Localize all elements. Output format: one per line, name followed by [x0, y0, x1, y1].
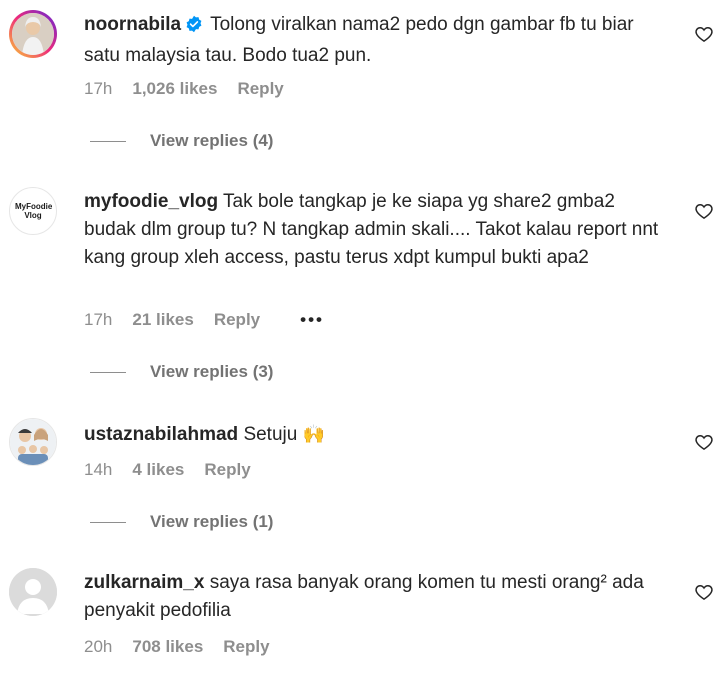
divider-line: [90, 140, 126, 142]
username[interactable]: noornabila: [84, 14, 181, 35]
heart-icon[interactable]: [694, 582, 714, 602]
timestamp[interactable]: 14h: [84, 460, 112, 480]
likes-count[interactable]: 21 likes: [132, 310, 193, 330]
view-replies-button[interactable]: View replies (1): [90, 512, 273, 532]
view-replies-label: View replies (3): [150, 362, 274, 381]
reply-button[interactable]: Reply: [223, 637, 269, 657]
raising-hands-emoji: 🙌: [302, 424, 326, 444]
likes-count[interactable]: 1,026 likes: [132, 79, 217, 99]
comment-text: noornabila Tolong viralkan nama2 pedo dg…: [84, 11, 664, 70]
comments-list: noornabila Tolong viralkan nama2 pedo dg…: [0, 0, 726, 678]
verified-badge-icon: [185, 14, 203, 42]
view-replies-button[interactable]: View replies (4): [90, 131, 273, 151]
heart-icon[interactable]: [694, 432, 714, 452]
view-replies-button[interactable]: View replies (3): [90, 362, 273, 382]
likes-count[interactable]: 708 likes: [132, 637, 203, 657]
comment-text: zulkarnaim_x saya rasa banyak orang kome…: [84, 569, 664, 625]
comment-text: myfoodie_vlog Tak bole tangkap je ke sia…: [84, 188, 664, 272]
comment-meta: 20h 708 likes Reply: [84, 637, 270, 657]
view-replies-label: View replies (4): [150, 131, 274, 150]
reply-button[interactable]: Reply: [204, 460, 250, 480]
comment-meta: 14h 4 likes Reply: [84, 460, 251, 480]
avatar[interactable]: [9, 10, 57, 58]
heart-icon[interactable]: [694, 24, 714, 44]
reply-button[interactable]: Reply: [237, 79, 283, 99]
likes-count[interactable]: 4 likes: [132, 460, 184, 480]
avatar[interactable]: MyFoodie Vlog: [9, 187, 57, 235]
comment-meta: 17h 21 likes Reply •••: [84, 310, 324, 330]
view-replies-label: View replies (1): [150, 512, 274, 531]
more-options-icon[interactable]: •••: [300, 310, 324, 330]
divider-line: [90, 521, 126, 523]
timestamp[interactable]: 17h: [84, 79, 112, 99]
username[interactable]: zulkarnaim_x: [84, 572, 204, 593]
reply-button[interactable]: Reply: [214, 310, 260, 330]
comment-body: Setuju: [243, 424, 298, 445]
divider-line: [90, 371, 126, 373]
timestamp[interactable]: 20h: [84, 637, 112, 657]
username[interactable]: ustaznabilahmad: [84, 424, 238, 445]
comment-meta: 17h 1,026 likes Reply: [84, 79, 284, 99]
avatar-logo-text: MyFoodie Vlog: [15, 202, 53, 220]
timestamp[interactable]: 17h: [84, 310, 112, 330]
heart-icon[interactable]: [694, 201, 714, 221]
avatar[interactable]: [9, 568, 57, 616]
avatar[interactable]: [9, 418, 57, 466]
username[interactable]: myfoodie_vlog: [84, 191, 218, 212]
comment-text: ustaznabilahmad Setuju 🙌: [84, 420, 664, 449]
